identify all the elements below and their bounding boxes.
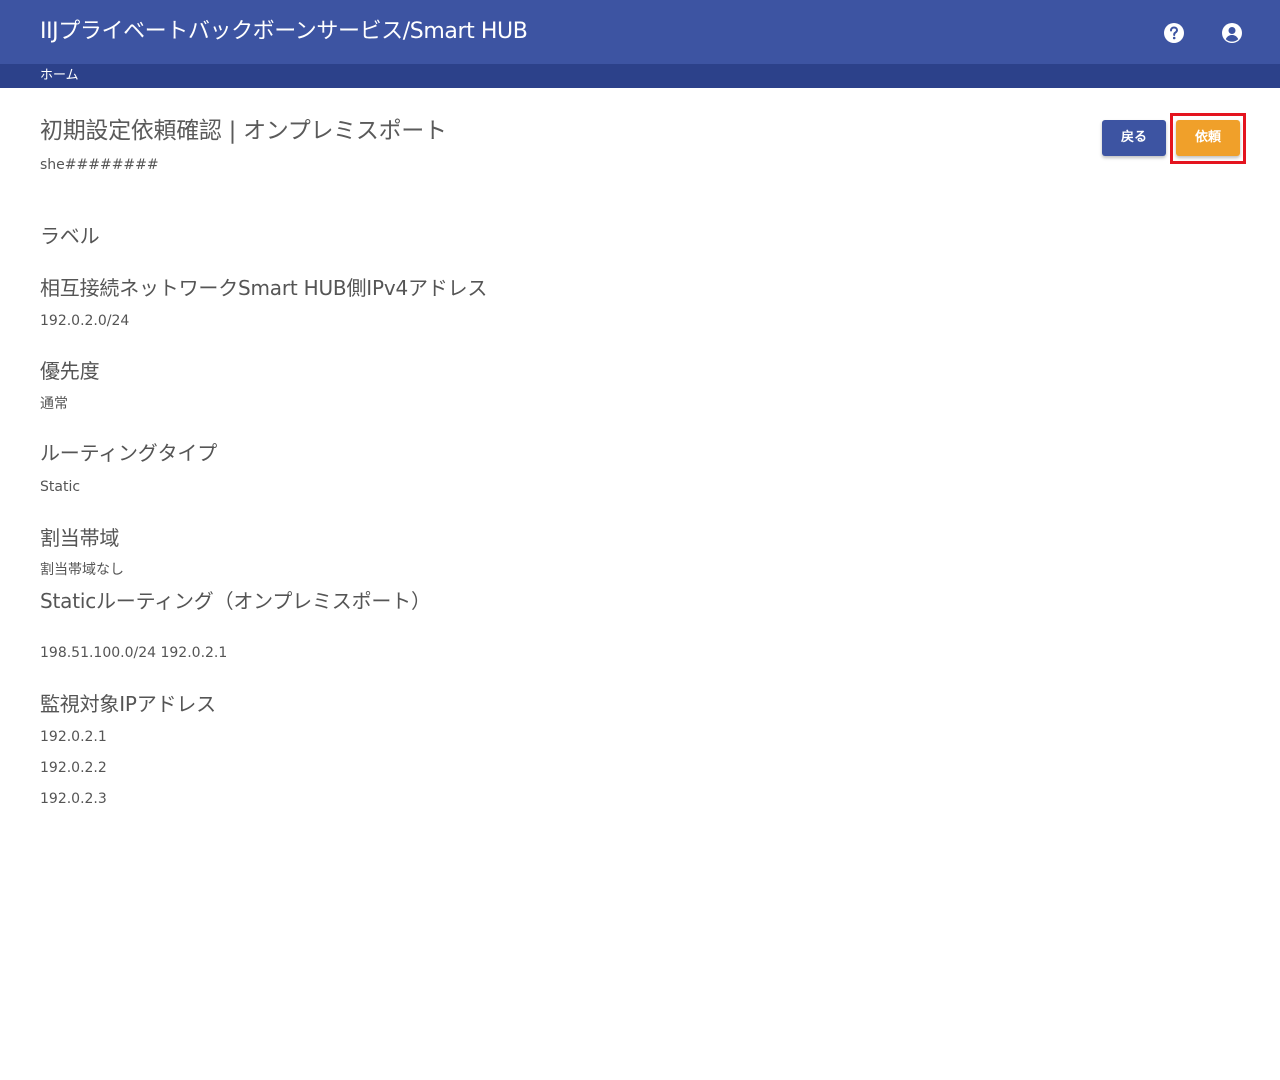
monitor-ip-item: 192.0.2.3 <box>40 791 107 807</box>
static-routing-value: 198.51.100.0/24 192.0.2.1 <box>40 645 228 661</box>
ipv4-address-value: 192.0.2.0/24 <box>40 313 130 329</box>
bandwidth-heading: 割当帯域 <box>40 526 120 550</box>
page-subtitle: she######## <box>40 157 159 173</box>
account-icon[interactable] <box>1221 22 1243 44</box>
breadcrumb: ホーム <box>0 64 1280 88</box>
app-title: IIJプライベートバックボーンサービス/Smart HUB <box>40 19 528 44</box>
back-button[interactable]: 戻る <box>1102 120 1166 156</box>
monitor-ip-heading: 監視対象IPアドレス <box>40 692 216 716</box>
label-heading: ラベル <box>40 224 100 248</box>
bandwidth-value: 割当帯域なし <box>40 562 124 578</box>
priority-value: 通常 <box>40 396 68 412</box>
monitor-ip-item: 192.0.2.2 <box>40 760 107 776</box>
monitor-ip-item: 192.0.2.1 <box>40 729 107 745</box>
priority-heading: 優先度 <box>40 359 100 383</box>
help-icon[interactable] <box>1163 22 1185 44</box>
page-title: 初期設定依頼確認 | オンプレミスポート <box>40 118 447 144</box>
breadcrumb-home-link[interactable]: ホーム <box>40 68 79 84</box>
app-header: IIJプライベートバックボーンサービス/Smart HUB <box>0 0 1280 64</box>
routing-type-value: Static <box>40 479 81 495</box>
request-button[interactable]: 依頼 <box>1176 120 1240 156</box>
ipv4-address-heading: 相互接続ネットワークSmart HUB側IPv4アドレス <box>40 276 488 300</box>
static-routing-heading: Staticルーティング（オンプレミスポート） <box>40 589 431 613</box>
routing-type-heading: ルーティングタイプ <box>40 441 217 465</box>
